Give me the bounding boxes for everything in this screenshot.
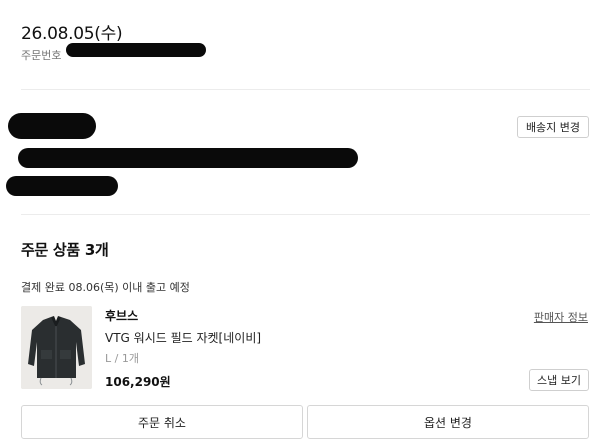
snap-view-button[interactable]: 스냅 보기 (529, 369, 589, 391)
divider-top (21, 89, 590, 90)
change-address-button[interactable]: 배송지 변경 (517, 116, 589, 138)
jacket-icon (21, 306, 92, 389)
order-number-label: 주문번호 (21, 49, 62, 62)
product-option: L / 1개 (105, 352, 139, 365)
seller-info-link[interactable]: 판매자 정보 (534, 309, 588, 325)
redacted-phone (6, 176, 118, 196)
product-price: 106,290원 (105, 375, 171, 389)
change-option-button[interactable]: 옵션 변경 (307, 405, 589, 439)
payment-status-text: 결제 완료 08.06(목) 이내 출고 예정 (21, 281, 190, 294)
redacted-address-line (18, 148, 358, 168)
product-brand[interactable]: 후브스 (105, 307, 138, 324)
redacted-order-number (66, 43, 206, 57)
product-name[interactable]: VTG 워시드 필드 자켓[네이비] (105, 329, 261, 346)
product-thumbnail[interactable] (21, 306, 92, 389)
products-section-title: 주문 상품 3개 (21, 241, 109, 259)
redacted-recipient-name (8, 113, 96, 139)
divider-middle (21, 214, 590, 215)
cancel-order-button[interactable]: 주문 취소 (21, 405, 303, 439)
order-date: 26.08.05(수) (21, 24, 123, 44)
